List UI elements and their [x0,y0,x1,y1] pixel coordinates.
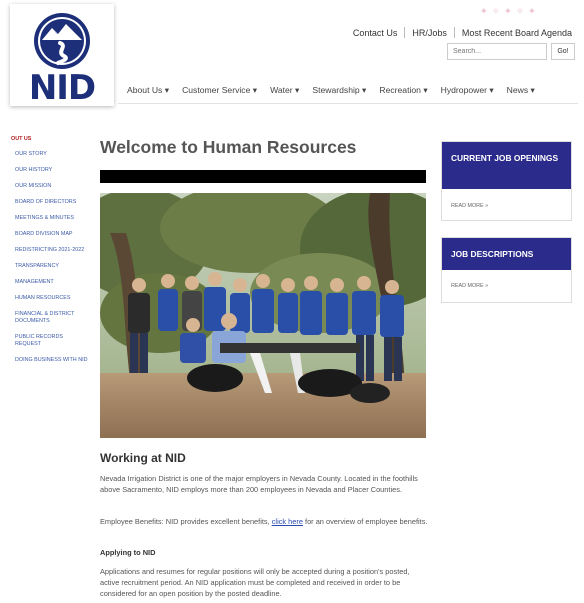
nav-water[interactable]: Water ▾ [270,85,299,96]
redacted-banner [100,170,426,183]
logo-wordmark: NID [28,68,96,108]
sidebar-item-our-history[interactable]: OUR HISTORY [15,167,89,174]
sidebar-item-transparency[interactable]: TRANSPARENCY [15,263,89,270]
util-divider [453,27,455,38]
main-navigation: About Us ▾ Customer Service ▾ Water ▾ St… [127,85,548,96]
sidebar-item-meetings-minutes[interactable]: MEETINGS & MINUTES [15,215,89,222]
search-input[interactable] [447,43,547,60]
site-search: Go! [447,43,575,60]
site-logo[interactable]: NID [10,4,114,108]
applying-paragraph: Applications and resumes for regular pos… [100,567,410,598]
section-title: Working at NID [100,451,186,465]
sidebar-item-management[interactable]: MANAGEMENT [15,279,89,286]
card-job-descriptions[interactable]: JOB DESCRIPTIONS READ MORE » [441,237,572,303]
sidebar-item-doing-business[interactable]: DOING BUSINESS WITH NID [15,357,89,364]
util-link-board-agenda[interactable]: Most Recent Board Agenda [462,28,572,38]
benefits-link[interactable]: click here [272,517,303,526]
sidebar: OUT US OUR STORY OUR HISTORY OUR MISSION… [11,136,89,373]
utility-links: Contact Us HR/Jobs Most Recent Board Age… [353,27,572,38]
mountain-river-logo-icon [34,13,90,69]
employee-group-photo [100,193,426,438]
sidebar-title: OUT US [11,136,32,142]
search-go-button[interactable]: Go! [551,43,575,60]
card-title[interactable]: CURRENT JOB OPENINGS [442,142,571,189]
sidebar-item-financial-documents[interactable]: FINANCIAL & DISTRICT DOCUMENTS [15,311,89,325]
nav-divider [118,103,578,104]
util-divider [404,27,406,38]
nav-news[interactable]: News ▾ [507,85,535,96]
sidebar-item-our-mission[interactable]: OUR MISSION [15,183,89,190]
decorative-blur-graphic: ✦ ✧ ✦ ✧ ✦ [480,6,537,16]
util-link-hr-jobs[interactable]: HR/Jobs [412,28,447,38]
util-link-contact-us[interactable]: Contact Us [353,28,398,38]
benefits-text-before: Employee Benefits: NID provides excellen… [100,517,270,526]
sidebar-item-redistricting[interactable]: REDISTRICTING 2021-2022 [15,247,89,254]
sidebar-item-our-story[interactable]: OUR STORY [15,151,89,158]
sidebar-item-public-records[interactable]: PUBLIC RECORDS REQUEST [15,334,89,348]
page-title: Welcome to Human Resources [100,137,357,157]
sidebar-item-board-of-directors[interactable]: BOARD OF DIRECTORS [15,199,89,206]
sidebar-item-board-division-map[interactable]: BOARD DIVISION MAP [15,231,89,238]
nav-customer-service[interactable]: Customer Service ▾ [182,85,257,96]
nav-hydropower[interactable]: Hydropower ▾ [441,85,494,96]
card-title[interactable]: JOB DESCRIPTIONS [442,238,571,270]
nav-stewardship[interactable]: Stewardship ▾ [312,85,366,96]
intro-paragraph: Nevada Irrigation District is one of the… [100,474,418,494]
card-read-more-link[interactable]: READ MORE » [442,203,571,209]
applying-subtitle: Applying to NID [100,548,156,557]
benefits-paragraph: Employee Benefits: NID provides excellen… [100,516,428,527]
nav-about-us[interactable]: About Us ▾ [127,85,169,96]
sidebar-item-human-resources[interactable]: HUMAN RESOURCES [15,295,89,302]
benefits-text-after: for an overview of employee benefits. [305,517,428,526]
nav-recreation[interactable]: Recreation ▾ [379,85,427,96]
card-current-job-openings[interactable]: CURRENT JOB OPENINGS READ MORE » [441,141,572,221]
card-read-more-link[interactable]: READ MORE » [442,283,571,289]
